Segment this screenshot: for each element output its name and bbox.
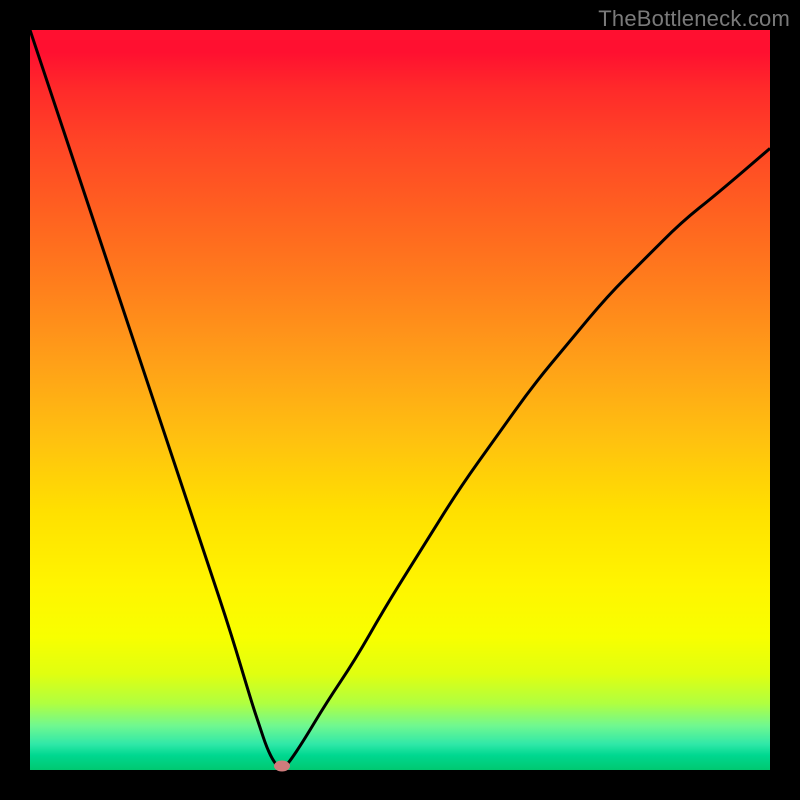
plot-area	[30, 30, 770, 770]
bottleneck-curve	[30, 30, 770, 770]
watermark-text: TheBottleneck.com	[598, 6, 790, 32]
chart-frame: TheBottleneck.com	[0, 0, 800, 800]
curve-path	[30, 30, 770, 768]
minimum-marker	[274, 761, 290, 772]
